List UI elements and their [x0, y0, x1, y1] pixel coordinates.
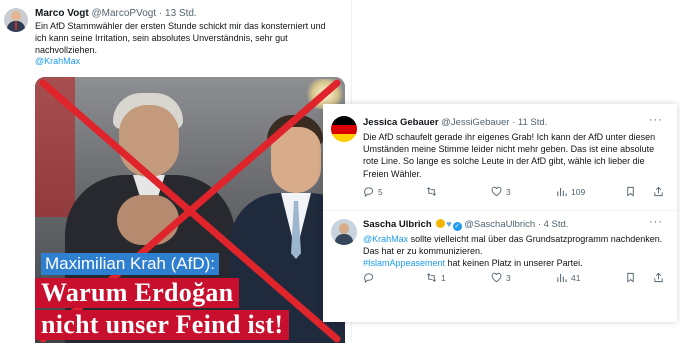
repost-button[interactable]: 1: [426, 272, 446, 283]
blue-heart-icon: ♥: [446, 219, 452, 229]
more-options-icon[interactable]: ···: [649, 114, 663, 126]
verified-badge-icon[interactable]: ✓: [452, 222, 462, 231]
tweet-time[interactable]: · 13 Std.: [159, 8, 197, 19]
reply-text-line: Die AfD schaufelt gerade ihr eigenes Gra…: [363, 132, 656, 142]
reply-sascha[interactable]: Sascha Ulbrich ♥ ✓ @SaschaUlbrich · 4 Std…: [323, 211, 677, 322]
share-button[interactable]: [653, 186, 664, 197]
bookmark-icon: [627, 272, 634, 283]
share-button[interactable]: [653, 272, 664, 283]
hashtag-link[interactable]: #IslamAppeasement: [363, 258, 445, 268]
like-button[interactable]: 3: [491, 272, 511, 283]
views-icon: [557, 187, 567, 197]
sun-badge-icon: [436, 219, 446, 228]
reply-actions: 5 3 109: [363, 186, 669, 198]
reply-text-line: Umständen meine Stimme leider nicht mehr…: [363, 144, 655, 155]
image-headline-1: Warum Erdoğan: [35, 278, 240, 308]
reply-text: Die AfD schaufelt gerade ihr eigenes Gra…: [363, 131, 669, 180]
reply-jessica[interactable]: Jessica Gebauer @JessiGebauer · 11 Std. …: [323, 104, 677, 211]
mention-link[interactable]: @KrahMax: [363, 234, 408, 244]
reply-text-segment: sollte vielleicht mal über das Grundsatz…: [408, 234, 663, 244]
tweet-image[interactable]: Maximilian Krah (AfD): Warum Erdoğan nic…: [35, 77, 345, 343]
repost-count: 1: [441, 272, 446, 283]
main-tweet[interactable]: Marco Vogt @MarcoPVogt · 13 Std. Ein AfD…: [0, 0, 352, 343]
author-name[interactable]: Marco Vogt: [35, 8, 89, 19]
reply-author-handle[interactable]: @SaschaUlbrich: [464, 219, 535, 230]
reply-author-handle[interactable]: @JessiGebauer: [441, 117, 509, 128]
reply-button[interactable]: 5: [363, 186, 383, 197]
tweet-text: Ein AfD Stammwähler der ersten Stunde sc…: [35, 20, 340, 56]
replies-panel: Jessica Gebauer @JessiGebauer · 11 Std. …: [323, 104, 677, 322]
marco-avatar[interactable]: [4, 8, 28, 32]
reply-author-name[interactable]: Sascha Ulbrich: [363, 219, 432, 230]
more-options-icon[interactable]: ···: [649, 216, 663, 228]
views-count: 109: [571, 186, 586, 197]
reply-text-line: @KrahMax sollte vielleicht mal über das …: [363, 233, 669, 245]
reply-text-line: rote Line. So lange es solche Leute in d…: [363, 156, 645, 167]
like-button[interactable]: 3: [491, 186, 511, 197]
views-count: 41: [571, 272, 581, 283]
views-button[interactable]: 109: [556, 186, 585, 197]
tweet-text-line: Ein AfD Stammwähler der ersten Stunde sc…: [35, 21, 326, 31]
repost-button[interactable]: [426, 186, 441, 197]
german-flag-icon[interactable]: [331, 116, 357, 142]
reply-button[interactable]: [363, 272, 378, 283]
reply-actions: 1 3 41: [363, 272, 669, 284]
reply-author-name[interactable]: Jessica Gebauer: [363, 117, 439, 128]
bookmark-button[interactable]: [625, 186, 636, 197]
reply-text: @KrahMax sollte vielleicht mal über das …: [363, 233, 669, 270]
reply-time[interactable]: · 4 Std.: [538, 219, 569, 230]
repost-icon: [427, 273, 436, 282]
views-button[interactable]: 41: [556, 272, 580, 283]
reply-text-line: #IslamAppeasement hat keinen Platz in un…: [363, 257, 669, 269]
main-tweet-header: Marco Vogt @MarcoPVogt · 13 Std.: [35, 8, 197, 19]
views-icon: [557, 273, 567, 283]
reply-icon: [364, 273, 374, 283]
avatar-tie: [15, 22, 17, 30]
reply-text-line: Das hat er zu kommunizieren.: [363, 246, 483, 257]
reply-count: 5: [378, 186, 383, 197]
image-headline-2: nicht unser Feind ist!: [35, 310, 290, 340]
like-count: 3: [506, 186, 511, 197]
tweet-text-line: nachvollziehen.: [35, 45, 98, 55]
author-handle[interactable]: @MarcoPVogt: [92, 8, 157, 19]
repost-icon: [427, 187, 436, 196]
reply-header: Sascha Ulbrich ♥ ✓ @SaschaUlbrich · 4 Std…: [363, 219, 568, 231]
tweet-text-line: ich kann seine Irritation, sein absolute…: [35, 33, 288, 43]
share-icon: [654, 272, 663, 283]
heart-icon: [491, 272, 502, 283]
reply-icon: [364, 187, 374, 197]
bookmark-icon: [627, 186, 634, 197]
mention-link[interactable]: @KrahMax: [35, 56, 80, 66]
reply-header: Jessica Gebauer @JessiGebauer · 11 Std.: [363, 117, 547, 128]
user-avatar-icon[interactable]: [331, 219, 357, 245]
image-subtitle: Maximilian Krah (AfD):: [41, 253, 220, 275]
avatar-head: [11, 11, 21, 21]
heart-icon: [491, 186, 502, 197]
reply-text-line: Freien Wähler.: [363, 168, 422, 179]
reply-text-segment: hat keinen Platz in unserer Partei.: [445, 258, 583, 269]
reply-time[interactable]: · 11 Std.: [512, 117, 547, 128]
bookmark-button[interactable]: [625, 272, 636, 283]
like-count: 3: [506, 272, 511, 283]
share-icon: [654, 186, 663, 197]
